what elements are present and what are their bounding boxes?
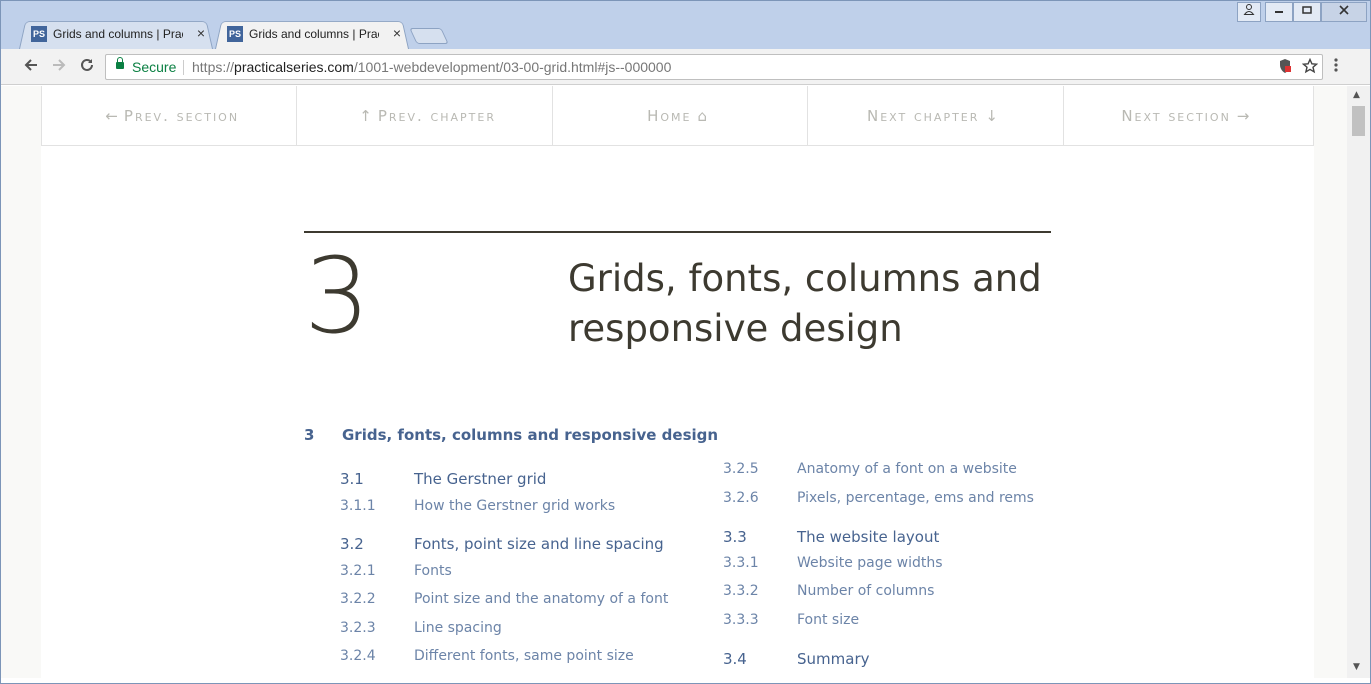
page-content: ← Prev. section ↑ Prev. chapter Home ⌂ Next…: [41, 86, 1315, 678]
vertical-scrollbar[interactable]: ▲ ▼: [1347, 86, 1370, 678]
scroll-down-icon[interactable]: ▼: [1353, 662, 1360, 672]
browser-window: PS Grids and columns | Practical × PS Gr…: [0, 0, 1371, 684]
prev-section-link[interactable]: ← Prev. section: [41, 86, 298, 145]
tab-title: Grids and columns | Practical: [249, 27, 379, 41]
tab-title: Grids and columns | Practical: [53, 27, 183, 41]
tab-1[interactable]: PS Grids and columns | Practical ×: [19, 19, 213, 49]
bookmark-star-icon[interactable]: [1301, 57, 1319, 78]
kebab-menu-icon[interactable]: [1334, 57, 1338, 77]
home-icon: ⌂: [697, 106, 708, 125]
arrow-right-icon: →: [1236, 106, 1250, 125]
tab-close-icon[interactable]: ×: [393, 25, 401, 41]
scrollbar-thumb[interactable]: [1352, 106, 1365, 136]
chapter-rule: [304, 231, 1051, 233]
reload-icon[interactable]: [77, 57, 97, 77]
back-arrow-icon[interactable]: [21, 57, 41, 77]
minimize-icon[interactable]: [1265, 2, 1293, 22]
chapter-navigation: ← Prev. section ↑ Prev. chapter Home ⌂ Next…: [41, 86, 1315, 146]
browser-toolbar: Secure https://practicalseries.com/1001-…: [1, 49, 1370, 85]
chapter-number: 3: [304, 235, 371, 357]
shield-blocked-icon[interactable]: [1278, 58, 1292, 78]
favicon-ps-icon: PS: [31, 26, 47, 42]
home-link[interactable]: Home ⌂: [553, 86, 809, 145]
scroll-up-icon[interactable]: ▲: [1353, 90, 1360, 100]
url-text[interactable]: https://practicalseries.com/1001-webdeve…: [192, 59, 671, 75]
chapter-title: Grids, fonts, columns and responsive des…: [568, 257, 1042, 350]
secure-label: Secure: [132, 59, 177, 75]
user-profile-icon[interactable]: [1237, 2, 1261, 22]
next-section-link[interactable]: Next section →: [1064, 86, 1315, 145]
tab-2-active[interactable]: PS Grids and columns | Practical ×: [215, 19, 409, 49]
tab-close-icon[interactable]: ×: [197, 25, 205, 41]
favicon-ps-icon: PS: [227, 26, 243, 42]
arrow-down-icon: ↓: [985, 106, 998, 125]
arrow-up-icon: ↑: [359, 106, 372, 125]
tab-strip: PS Grids and columns | Practical × PS Gr…: [1, 1, 1370, 49]
divider: [183, 60, 184, 75]
lock-icon: [116, 57, 124, 69]
restore-icon[interactable]: [1293, 2, 1321, 22]
new-tab-button[interactable]: [409, 28, 449, 44]
prev-chapter-link[interactable]: ↑ Prev. chapter: [297, 86, 553, 145]
address-bar[interactable]: Secure https://practicalseries.com/1001-…: [105, 54, 1323, 80]
next-chapter-link[interactable]: Next chapter ↓: [808, 86, 1064, 145]
page-viewport: ← Prev. section ↑ Prev. chapter Home ⌂ Next…: [1, 86, 1347, 678]
close-window-icon[interactable]: [1321, 2, 1367, 22]
forward-arrow-icon[interactable]: [49, 57, 69, 77]
arrow-left-icon: ←: [105, 106, 118, 125]
